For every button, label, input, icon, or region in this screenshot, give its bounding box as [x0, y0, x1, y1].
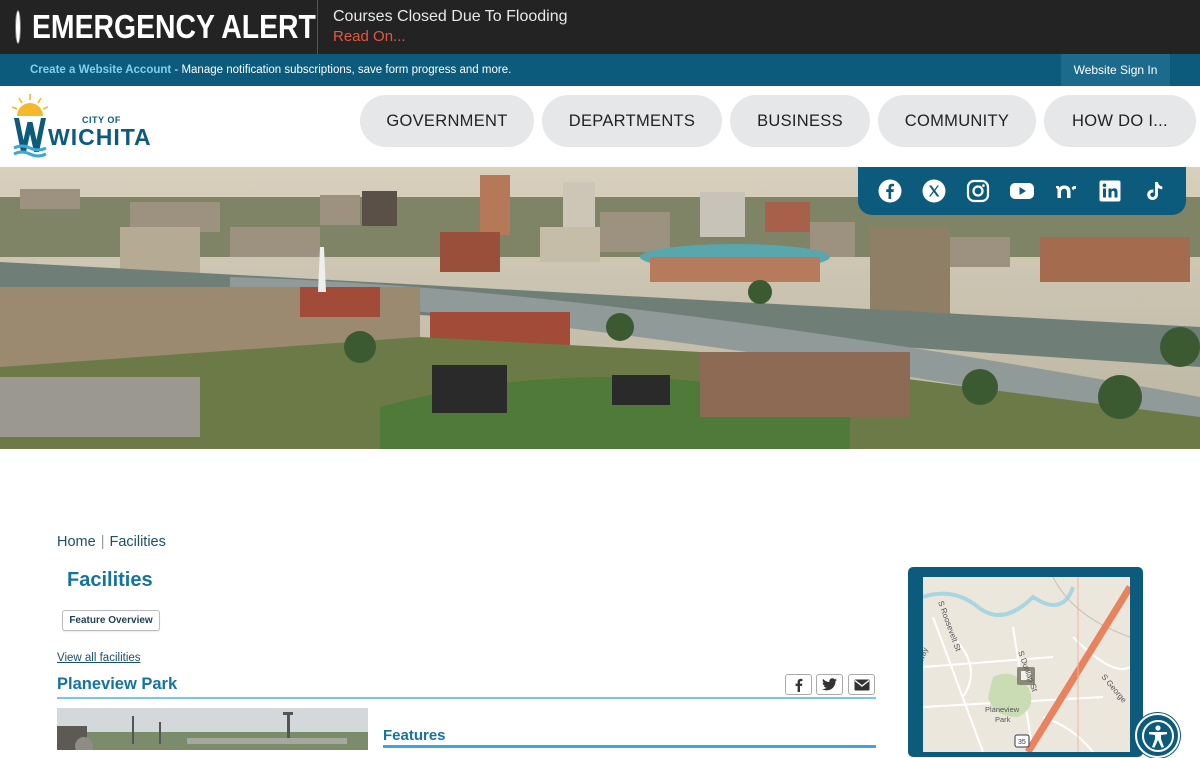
nav-business[interactable]: BUSINESS: [730, 95, 870, 147]
map-label-planeview: Planeview: [985, 705, 1020, 714]
linkedin-icon[interactable]: [1096, 177, 1124, 205]
main-nav: GOVERNMENT DEPARTMENTS BUSINESS COMMUNIT…: [360, 95, 1196, 147]
map-illustration: S Roosevelt St S Dunlap St S George Plan…: [923, 577, 1130, 752]
alert-message: Courses Closed Due To Flooding: [333, 8, 568, 25]
share-facebook-button[interactable]: [785, 674, 812, 695]
nextdoor-icon[interactable]: [1052, 177, 1080, 205]
facebook-icon[interactable]: [876, 177, 904, 205]
alert-message-block: Courses Closed Due To Flooding Read On..…: [318, 0, 568, 54]
website-sign-in-button[interactable]: Website Sign In: [1061, 54, 1170, 86]
share-twitter-button[interactable]: [816, 674, 843, 695]
account-bar-text: Create a Website Account - Manage notifi…: [0, 64, 511, 76]
map-label-interstate: 35: [1018, 739, 1026, 746]
create-account-link[interactable]: Create a Website Account: [30, 64, 171, 76]
facebook-share-icon: [795, 678, 802, 692]
x-twitter-icon[interactable]: [920, 177, 948, 205]
instagram-icon[interactable]: [964, 177, 992, 205]
park-photo-illustration: [57, 708, 368, 750]
logo-wichita-text: WICHITA: [48, 124, 152, 150]
account-bar: Create a Website Account - Manage notifi…: [0, 54, 1200, 86]
view-all-facilities-link[interactable]: View all facilities: [57, 652, 141, 664]
map-label-park: Park: [995, 715, 1011, 724]
accessibility-icon: [1141, 719, 1174, 752]
page-title: Facilities: [67, 569, 153, 591]
site-header: CITY OF WICHITA GOVERNMENT DEPARTMENTS B…: [0, 86, 1200, 167]
tiktok-icon[interactable]: [1140, 177, 1168, 205]
youtube-icon[interactable]: [1008, 177, 1036, 205]
share-email-button[interactable]: [848, 674, 875, 695]
account-bar-description: - Manage notification subscriptions, sav…: [171, 64, 512, 76]
features-divider: [383, 745, 876, 748]
alert-title-block: EMERGENCY ALERT: [0, 0, 318, 54]
alert-indicator-icon: [16, 11, 20, 43]
facility-map[interactable]: S Roosevelt St S Dunlap St S George Plan…: [923, 577, 1130, 752]
nav-departments[interactable]: DEPARTMENTS: [542, 95, 722, 147]
email-share-icon: [854, 679, 869, 690]
social-media-bar: [858, 167, 1186, 215]
city-logo[interactable]: CITY OF WICHITA: [11, 94, 162, 160]
facility-map-card: S Roosevelt St S Dunlap St S George Plan…: [908, 567, 1143, 757]
emergency-alert-bar: EMERGENCY ALERT Courses Closed Due To Fl…: [0, 0, 1200, 54]
breadcrumb-home-link[interactable]: Home: [57, 534, 96, 550]
twitter-share-icon: [822, 678, 837, 691]
breadcrumb-separator: |: [100, 534, 105, 550]
feature-overview-button[interactable]: Feature Overview: [62, 610, 160, 631]
alert-title: EMERGENCY ALERT: [32, 8, 316, 45]
facility-name-heading: Planeview Park: [57, 675, 178, 693]
nav-how-do-i[interactable]: HOW DO I...: [1044, 95, 1196, 147]
features-heading: Features: [383, 727, 446, 744]
facility-divider: [57, 697, 876, 699]
accessibility-button[interactable]: [1135, 713, 1180, 758]
nav-community[interactable]: COMMUNITY: [878, 95, 1036, 147]
alert-read-on-link[interactable]: Read On...: [333, 27, 568, 47]
facility-photo: [57, 708, 368, 750]
nav-government[interactable]: GOVERNMENT: [360, 95, 534, 147]
breadcrumb-facilities-link[interactable]: Facilities: [109, 534, 165, 550]
breadcrumb: Home | Facilities: [57, 534, 166, 550]
